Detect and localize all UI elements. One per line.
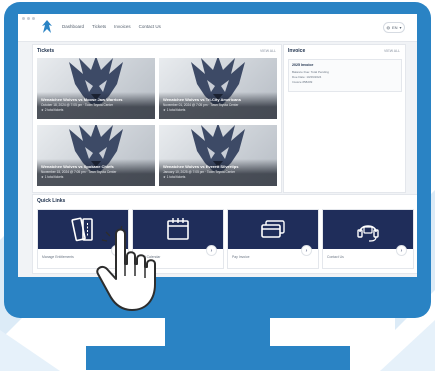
- ticket-date: November 01, 2024 @ 7:05 pm · Town Toyot…: [163, 103, 239, 107]
- nav-tickets[interactable]: Tickets: [92, 24, 106, 29]
- ticket-count: ★ 1 total tickets: [163, 175, 186, 179]
- ticket-date: October 18, 2024 @ 7:05 pm · Town Toyota…: [41, 103, 114, 107]
- ticket-count: ★ 1 total tickets: [163, 108, 186, 112]
- headset-icon: [357, 225, 379, 242]
- ticket-card[interactable]: Wenatchee Wolves vs Spokane Chiefs Novem…: [37, 125, 155, 186]
- chevron-right-icon[interactable]: ›: [396, 245, 407, 256]
- invoice-panel: Invoice VIEW ALL 2025 Invoice Balance Du…: [283, 44, 406, 193]
- app-screen: Dashboard Tickets Invoices Contact Us ◍ …: [18, 14, 417, 277]
- quick-link-contact-us[interactable]: Contact Us ›: [322, 209, 414, 269]
- ticket-card[interactable]: Wenatchee Wolves vs Tri-City Americans N…: [159, 58, 277, 119]
- ticket-title: Wenatchee Wolves vs Everett Silvertips: [163, 164, 239, 169]
- team-logo-icon[interactable]: [40, 19, 54, 35]
- nav-contact-us[interactable]: Contact Us: [139, 24, 161, 29]
- monitor-stand-base: [86, 346, 350, 370]
- invoice-title: Invoice: [288, 48, 306, 54]
- language-selector[interactable]: ◍ EN ▾: [383, 22, 405, 33]
- window-controls: [22, 17, 35, 20]
- ticket-title: Wenatchee Wolves vs Spokane Chiefs: [41, 164, 114, 169]
- pointing-hand-icon: [96, 226, 156, 311]
- ticket-title: Wenatchee Wolves vs Tri-City Americans: [163, 97, 241, 102]
- quick-link-pay-invoice[interactable]: Pay Invoice ›: [227, 209, 319, 269]
- tickets-panel: Tickets VIEW ALL Wenatchee Wolves vs Moo…: [32, 44, 282, 193]
- quick-links-panel: Quick Links Manage Entitlements ›: [32, 194, 417, 274]
- invoice-due-date: Due Date: 10/29/2024: [292, 75, 322, 79]
- chevron-right-icon[interactable]: ›: [301, 245, 312, 256]
- invoice-balance: Balance Due: Total Pending: [292, 70, 329, 74]
- tickets-title: Tickets: [37, 48, 55, 54]
- nav-invoices[interactable]: Invoices: [114, 24, 131, 29]
- ticket-title: Wenatchee Wolves vs Moose Jaw Warriors: [41, 97, 123, 102]
- quick-link-label: Contact Us: [327, 255, 344, 259]
- ticket-date: November 15, 2024 @ 7:05 pm · Town Toyot…: [41, 170, 117, 174]
- monitor-stand-neck: [165, 316, 270, 346]
- ticket-date: January 10, 2025 @ 7:05 pm · Town Toyota…: [163, 170, 236, 174]
- invoice-number: Invoice #58209: [292, 80, 313, 84]
- invoice-view-all-link[interactable]: VIEW ALL: [384, 49, 400, 53]
- language-label: EN: [391, 25, 398, 30]
- ticket-card[interactable]: Wenatchee Wolves vs Everett Silvertips J…: [159, 125, 277, 186]
- top-navbar: Dashboard Tickets Invoices Contact Us ◍ …: [18, 14, 417, 42]
- globe-icon: ◍: [386, 25, 390, 30]
- invoice-card[interactable]: 2025 Invoice Balance Due: Total Pending …: [288, 59, 402, 92]
- ticket-count: ★ 1 total tickets: [41, 175, 64, 179]
- chevron-right-icon[interactable]: ›: [206, 245, 217, 256]
- quick-links-title: Quick Links: [37, 198, 66, 204]
- quick-link-label: Manage Entitlements: [42, 255, 74, 259]
- nav-dashboard[interactable]: Dashboard: [62, 24, 84, 29]
- ticket-count: ★ 2 total tickets: [41, 108, 64, 112]
- credit-card-icon: [261, 220, 285, 238]
- invoice-card-title: 2025 Invoice: [292, 63, 314, 67]
- quick-link-label: Pay Invoice: [232, 255, 250, 259]
- tickets-view-all-link[interactable]: VIEW ALL: [260, 49, 276, 53]
- chevron-down-icon: ▾: [399, 25, 402, 30]
- ticket-card[interactable]: Wenatchee Wolves vs Moose Jaw Warriors O…: [37, 58, 155, 119]
